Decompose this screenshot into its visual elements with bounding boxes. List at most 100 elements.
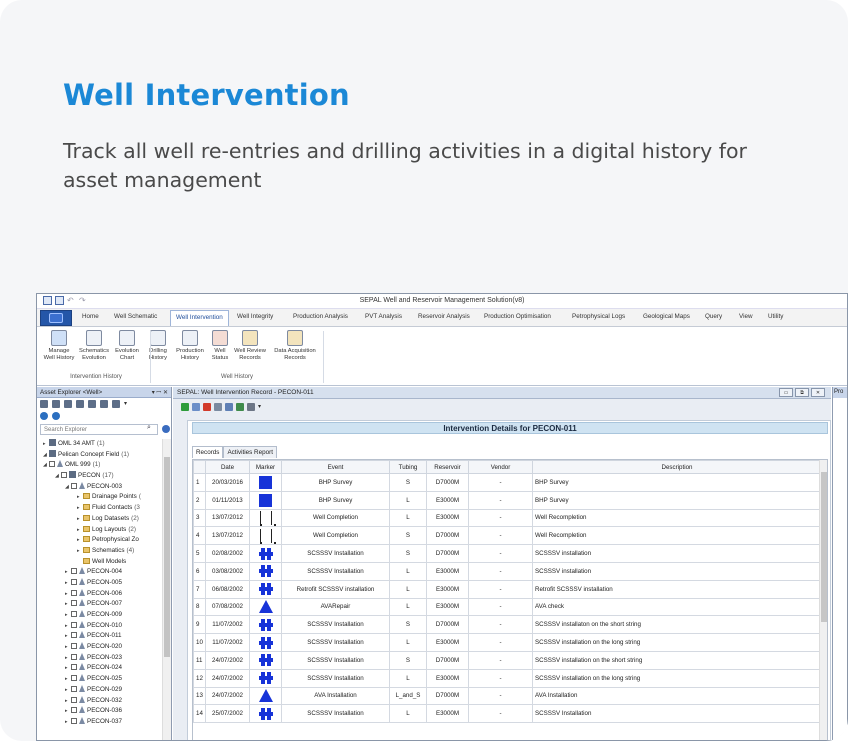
column-header[interactable]: Date bbox=[205, 460, 250, 474]
tree-checkbox[interactable] bbox=[71, 664, 77, 671]
schematics-evolution-button[interactable]: Schematics Evolution bbox=[77, 330, 111, 362]
copy-icon[interactable] bbox=[100, 400, 108, 408]
tree-item[interactable]: ▸ PECON-020 bbox=[37, 642, 163, 653]
grid-view-icon[interactable] bbox=[214, 403, 222, 411]
search-icon[interactable]: ⌕ bbox=[147, 424, 151, 432]
file-menu-button[interactable] bbox=[40, 310, 72, 326]
tree-item[interactable]: ▸ PECON-007 bbox=[37, 599, 163, 610]
tree-checkbox[interactable] bbox=[71, 482, 77, 489]
tree-item[interactable]: ▸ PECON-036 bbox=[37, 706, 163, 717]
tab-well-integrity[interactable]: Well Integrity bbox=[237, 313, 273, 320]
tab-home[interactable]: Home bbox=[82, 313, 99, 320]
column-header[interactable]: Description bbox=[532, 460, 822, 474]
tree-item[interactable]: ◢ PECON-003 bbox=[37, 481, 163, 493]
tree-item[interactable]: ▸ PECON-037 bbox=[37, 716, 163, 728]
tree-item[interactable]: ▸ PECON-032 bbox=[37, 695, 163, 707]
dropdown-icon[interactable]: ▾ bbox=[124, 400, 132, 408]
tab-query[interactable]: Query bbox=[705, 313, 722, 320]
tree-checkbox[interactable] bbox=[61, 472, 67, 479]
tree-checkbox[interactable] bbox=[71, 621, 77, 628]
table-icon[interactable] bbox=[88, 400, 96, 408]
tree-checkbox[interactable] bbox=[49, 461, 55, 468]
tree-item[interactable]: ▸ PECON-006 bbox=[37, 588, 163, 600]
tree-item[interactable]: ◢ PECON (17) bbox=[37, 471, 163, 482]
column-header[interactable] bbox=[193, 460, 206, 474]
production-history-button[interactable]: Production History bbox=[172, 330, 208, 362]
tree-item[interactable]: ▸ Log Datasets (2) bbox=[37, 514, 163, 525]
manage-well-history-button[interactable]: Manage Well History bbox=[42, 330, 76, 362]
tree-checkbox[interactable] bbox=[71, 707, 77, 714]
tree-checkbox[interactable] bbox=[71, 653, 77, 660]
tree-item[interactable]: ▸ PECON-009 bbox=[37, 610, 163, 621]
table-row[interactable]: 14 25/07/2002 SCSSSV Installation L E3000M - S… bbox=[193, 704, 822, 724]
tree-item[interactable]: ▸ OML 34 AMT (1) bbox=[37, 439, 163, 450]
table-row[interactable]: 6 03/08/2002 SCSSSV Installation L E3000M - SC… bbox=[193, 561, 822, 581]
column-header[interactable]: Event bbox=[281, 460, 390, 474]
edit-record-icon[interactable] bbox=[192, 403, 200, 411]
tab-records[interactable]: Records bbox=[192, 446, 224, 458]
settings-icon[interactable] bbox=[52, 412, 60, 420]
restore-button[interactable]: ⧉ bbox=[795, 388, 809, 397]
signal-icon[interactable] bbox=[76, 400, 84, 408]
tree-checkbox[interactable] bbox=[71, 696, 77, 703]
tree-item[interactable]: ▸ PECON-029 bbox=[37, 684, 163, 696]
tab-activities-report[interactable]: Activities Report bbox=[223, 446, 277, 458]
table-row[interactable]: 2 01/11/2013 BHP Survey L E3000M - BHP Survey bbox=[193, 490, 822, 510]
tree-item[interactable]: ▸ PECON-004 bbox=[37, 567, 163, 578]
tab-geological-maps[interactable]: Geological Maps bbox=[643, 313, 690, 320]
tree-item[interactable]: ▸ PECON-010 bbox=[37, 620, 163, 632]
delete-record-icon[interactable] bbox=[203, 403, 211, 411]
tab-pvt-analysis[interactable]: PVT Analysis bbox=[365, 313, 402, 320]
tree-item[interactable]: ▸ Log Layouts (2) bbox=[37, 525, 163, 536]
data-acquisition-records-button[interactable]: Data Acquisition Records bbox=[269, 330, 321, 362]
table-row[interactable]: 10 11/07/2002 SCSSSV Installation L E3000M - S… bbox=[193, 633, 822, 652]
tree-item[interactable]: ▸ Fluid Contacts (3 bbox=[37, 503, 163, 514]
tree-item[interactable]: ▸ Schematics (4) bbox=[37, 546, 163, 557]
tree-checkbox[interactable] bbox=[71, 600, 77, 607]
tree-item[interactable]: ▸ Petrophysical Zo bbox=[37, 535, 163, 546]
well-status-button[interactable]: Well Status bbox=[209, 330, 231, 362]
tab-well-intervention[interactable]: Well Intervention bbox=[170, 310, 229, 326]
table-row[interactable]: 3 13/07/2012 Well Completion L E3000M - Well R… bbox=[193, 508, 822, 528]
table-view-icon[interactable] bbox=[225, 403, 233, 411]
explorer-search-input[interactable]: Search Explorer bbox=[40, 424, 158, 435]
tab-reservoir-analysis[interactable]: Reservoir Analysis bbox=[418, 313, 470, 320]
tab-production-optimisation[interactable]: Production Optimisation bbox=[484, 313, 551, 320]
tree-item[interactable]: Well Models bbox=[37, 557, 163, 568]
tab-petrophysical-logs[interactable]: Petrophysical Logs bbox=[572, 313, 625, 320]
table-row[interactable]: 4 13/07/2012 Well Completion S D7000M - Well R… bbox=[193, 526, 822, 546]
tab-well-schematic[interactable]: Well Schematic bbox=[114, 313, 157, 320]
tree-checkbox[interactable] bbox=[71, 685, 77, 692]
tree-checkbox[interactable] bbox=[71, 632, 77, 639]
tab-production-analysis[interactable]: Production Analysis bbox=[293, 313, 348, 320]
table-row[interactable]: 12 24/07/2002 SCSSSV Installation L E3000M - S… bbox=[193, 668, 822, 688]
table-row[interactable]: 7 06/08/2002 Retrofit SCSSSV installation L… bbox=[193, 579, 822, 599]
table-row[interactable]: 13 24/07/2002 AVA Installation L_and_S D7000… bbox=[193, 686, 822, 706]
toolbar-more-icon[interactable]: ▾ bbox=[258, 403, 266, 411]
column-header[interactable]: Tubing bbox=[389, 460, 427, 474]
tree-scrollbar[interactable] bbox=[162, 439, 171, 740]
close-button[interactable]: ✕ bbox=[811, 388, 825, 397]
grid-scrollbar[interactable] bbox=[819, 460, 827, 740]
properties-pane-header[interactable]: Pro bbox=[833, 387, 847, 398]
sync-icon[interactable] bbox=[40, 412, 48, 420]
minimize-button[interactable]: ▭ bbox=[779, 388, 793, 397]
evolution-chart-button[interactable]: Evolution Chart bbox=[112, 330, 142, 362]
print-icon[interactable] bbox=[247, 403, 255, 411]
table-row[interactable]: 8 07/08/2002 AVARepair L E3000M - AVA check bbox=[193, 597, 822, 617]
tree-checkbox[interactable] bbox=[71, 675, 77, 682]
column-header[interactable]: Vendor bbox=[468, 460, 533, 474]
scrollbar-thumb[interactable] bbox=[164, 457, 170, 657]
table-row[interactable]: 5 02/08/2002 SCSSSV Installation S D7000M - SC… bbox=[193, 544, 822, 563]
tree-checkbox[interactable] bbox=[71, 643, 77, 650]
tree-item[interactable]: ▸ PECON-024 bbox=[37, 663, 163, 674]
tree-checkbox[interactable] bbox=[71, 589, 77, 596]
tree-item[interactable]: ▸ PECON-025 bbox=[37, 674, 163, 685]
tree-item[interactable]: ▸ PECON-005 bbox=[37, 577, 163, 589]
tree-item[interactable]: ▸ PECON-023 bbox=[37, 652, 163, 664]
table-row[interactable]: 1 20/03/2016 BHP Survey S D7000M - BHP Survey bbox=[193, 473, 822, 492]
filter-icon[interactable] bbox=[52, 400, 60, 408]
table-row[interactable]: 9 11/07/2002 SCSSSV Installation S D7000M - SC… bbox=[193, 615, 822, 635]
binoculars-icon[interactable] bbox=[64, 400, 72, 408]
tree-checkbox[interactable] bbox=[71, 717, 77, 724]
